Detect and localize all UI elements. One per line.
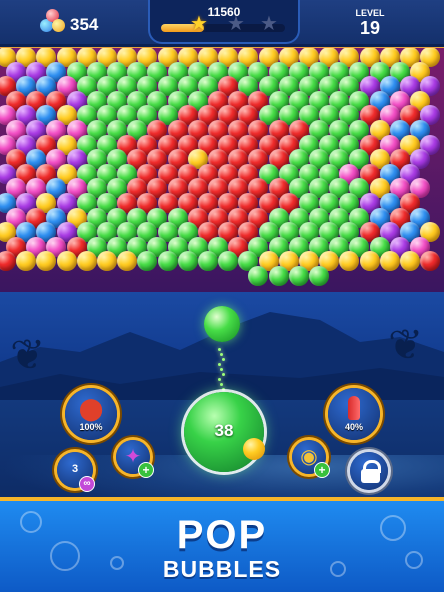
shot-bubble (204, 306, 240, 342)
banner-title-bubbles: BUBBLES (162, 556, 282, 582)
infinity-icon: ∞ (79, 476, 95, 492)
level-label: LEVEL (355, 8, 385, 18)
bubble-yellow (76, 251, 97, 272)
aim-dot (220, 383, 223, 386)
add-icon: + (138, 462, 154, 478)
coins-count: 354 (70, 15, 99, 34)
bomb-icon: ⬤ (78, 396, 104, 421)
rainbow-ball-booster-button[interactable]: ◉ + (292, 440, 330, 478)
rocket-booster-button[interactable]: 40% (328, 388, 380, 440)
bubble-red (0, 251, 16, 272)
bubble-red (420, 251, 441, 272)
bubble-green (309, 266, 329, 286)
aim-dot (218, 378, 221, 381)
star-1-icon: ★ (190, 13, 208, 35)
palm-tree-right: ❦ (388, 321, 424, 368)
bubble-yellow (36, 251, 57, 272)
swap-count: 3 (71, 463, 79, 475)
star-2-icon: ★ (227, 13, 245, 35)
bubble-yellow (400, 251, 420, 272)
top-hud: 354 11560 ★ ★ ★ LEVEL 19 (0, 0, 444, 47)
bubble-green (268, 266, 289, 286)
rocket-icon (348, 396, 360, 420)
aim-dot (222, 358, 225, 361)
aim-dot (222, 388, 225, 391)
coins-icon (40, 9, 66, 35)
bubble-green (288, 266, 309, 286)
aim-dot (220, 368, 223, 371)
score-panel: 11560 ★ ★ ★ (148, 0, 300, 44)
bubble-green (177, 251, 198, 272)
fireworks-booster-button[interactable]: ✦ + (116, 440, 154, 478)
swap-booster-button[interactable]: 3 ∞ (57, 452, 95, 492)
locked-booster-button[interactable] (350, 452, 388, 490)
level-value: 19 (359, 18, 381, 38)
bubble-yellow (97, 251, 117, 272)
bubble-yellow (379, 251, 400, 272)
bubble-green (137, 251, 158, 272)
aim-dot (222, 373, 225, 376)
bubble-green (218, 251, 239, 272)
bubble-yellow (339, 251, 360, 272)
aim-dot (220, 353, 223, 356)
star-3-icon: ★ (260, 13, 278, 35)
bubble-yellow (16, 251, 37, 272)
lock-icon-body (361, 469, 380, 483)
aim-dot (218, 363, 221, 366)
next-bubble-swap[interactable] (243, 438, 265, 460)
add-icon: + (314, 462, 330, 478)
palm-tree-left: ❦ (10, 331, 46, 378)
bubble-green (248, 266, 269, 286)
game-scene: ❦ ❦ 354 11560 ★ ★ ★ LEVEL 19 38 ⬤ 100% 4 (0, 0, 444, 592)
bubble-yellow (359, 251, 380, 272)
bubble-green (157, 251, 178, 272)
banner-title-pop: POP (176, 513, 268, 557)
bubble-yellow (117, 251, 138, 272)
bubble-yellow (56, 251, 77, 272)
rocket-charge: 40% (344, 422, 363, 432)
aim-dot (218, 348, 221, 351)
bubble-green (198, 251, 218, 272)
bomb-charge: 100% (79, 422, 103, 432)
bubble-board (0, 44, 444, 292)
bomb-booster-button[interactable]: ⬤ 100% (65, 388, 117, 440)
